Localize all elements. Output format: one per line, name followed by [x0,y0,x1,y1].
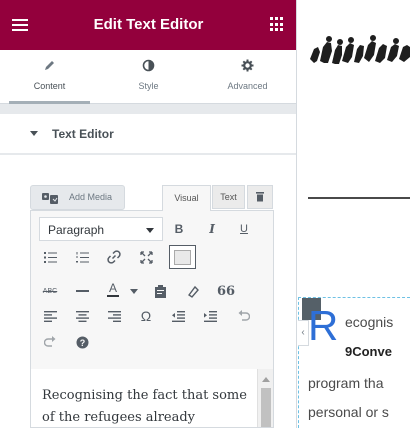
add-media-label: Add Media [69,192,113,202]
format-value: Paragraph [48,223,105,237]
section-title: Text Editor [52,127,114,141]
half-circle-icon [99,59,198,77]
panel-title: Edit Text Editor [93,16,204,33]
tab-style[interactable]: Style [99,50,198,103]
page-preview: ‹ R ecognis 9Conve program tha personal … [298,0,410,428]
toolbar-toggle-button[interactable] [169,245,196,269]
text-editor-control: Add Media Visual Text Paragraph B I U AB… [0,155,296,428]
italic-button[interactable]: I [201,218,223,240]
visual-tab[interactable]: Visual [162,185,211,211]
svg-text:?: ? [79,338,85,348]
media-icon [42,192,62,210]
paragraph-format-select[interactable]: Paragraph [39,217,163,241]
link-icon[interactable] [103,246,125,268]
undo-icon[interactable] [232,305,254,327]
editor-content-area[interactable]: Recognising the fact that some of the re… [30,369,274,428]
bullet-list-icon[interactable] [39,246,61,268]
redo-icon[interactable] [39,331,61,353]
strikethrough-icon[interactable]: ABC [39,280,61,302]
paste-text-icon[interactable] [149,280,171,302]
horizontal-line-icon[interactable] [71,280,93,302]
panel-tabs: Content Style Advanced [0,50,296,104]
help-icon[interactable]: ? [71,331,93,353]
chevron-down-icon [146,228,154,233]
outdent-icon[interactable] [167,305,189,327]
clear-formatting-icon[interactable] [181,280,203,302]
tab-style-label: Style [138,81,159,91]
gear-icon [198,59,296,77]
drop-cap: R [308,302,339,349]
align-right-icon[interactable] [103,305,125,327]
preview-text-line: personal or s [308,404,389,420]
scroll-thumb[interactable] [261,388,271,427]
preview-text-line: ecognis [345,314,394,330]
scroll-up-arrow-icon[interactable] [262,377,270,382]
refugees-silhouette-image [310,35,410,64]
divider [308,197,410,199]
numbered-list-icon[interactable] [71,246,93,268]
special-character-icon[interactable]: Ω [135,305,157,327]
caret-down-icon [30,131,38,136]
indent-icon[interactable] [199,305,221,327]
editor-panel: Edit Text Editor Content Style Advanced … [0,0,297,428]
blockquote-icon[interactable]: 66 [215,280,237,302]
text-color-dropdown-icon[interactable] [123,280,145,302]
editor-content[interactable]: Recognising the fact that some of the re… [42,385,248,427]
section-toggle[interactable]: Text Editor [0,114,296,154]
tab-content[interactable]: Content [0,50,99,104]
trash-icon[interactable] [247,185,273,209]
panel-header: Edit Text Editor [0,0,296,50]
bold-button[interactable]: B [168,218,190,240]
preview-text-line: program tha [308,375,384,391]
add-media-button[interactable]: Add Media [30,185,125,210]
tab-content-label: Content [33,81,66,91]
text-color-letter: A [108,280,117,295]
text-tab[interactable]: Text [212,185,245,209]
tab-advanced[interactable]: Advanced [198,50,296,103]
editor-toolbar: Paragraph B I U ABC A 66 Ω ? [30,210,274,370]
editor-scrollbar[interactable] [257,369,273,427]
tab-advanced-label: Advanced [227,81,268,91]
widgets-grid-icon[interactable] [270,17,285,32]
pencil-icon [0,59,99,77]
align-left-icon[interactable] [39,305,61,327]
preview-text-line: 9Conve [345,344,392,359]
align-center-icon[interactable] [71,305,93,327]
underline-button[interactable]: U [233,218,255,240]
text-color-button[interactable]: A [102,278,124,300]
fullscreen-icon[interactable] [135,246,157,268]
